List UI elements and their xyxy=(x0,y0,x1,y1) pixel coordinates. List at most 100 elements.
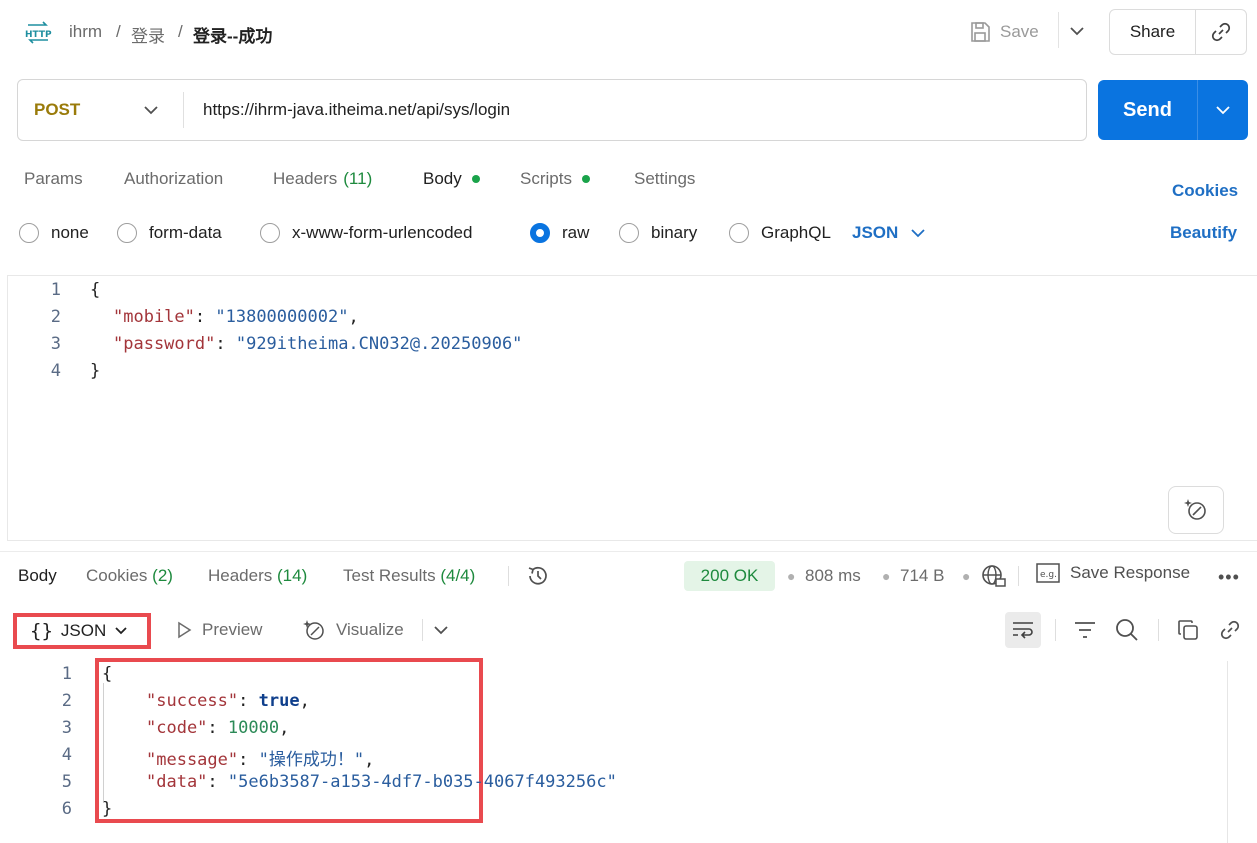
response-size[interactable]: 714 B xyxy=(900,566,944,586)
json-punct: : xyxy=(238,750,259,770)
tab-label: Cookies xyxy=(86,566,148,585)
json-key: "code" xyxy=(146,718,208,738)
chevron-down-icon[interactable] xyxy=(1068,24,1086,38)
radio-x-www-form-urlencoded[interactable]: x-www-form-urlencoded xyxy=(260,221,472,245)
radio-graphql[interactable]: GraphQL xyxy=(729,221,831,245)
breadcrumb-request-title[interactable]: 登录--成功 xyxy=(193,22,272,47)
separator-dot: ● xyxy=(787,568,796,584)
radio-label: form-data xyxy=(149,223,222,242)
divider xyxy=(0,551,1257,552)
radio-circle xyxy=(19,223,39,243)
format-label: JSON xyxy=(60,621,107,640)
resp-tab-cookies[interactable]: Cookies (2) xyxy=(86,566,173,586)
url-input[interactable]: https://ihrm-java.itheima.net/api/sys/lo… xyxy=(203,100,510,120)
preview-button[interactable]: Preview xyxy=(176,620,262,640)
json-string: "5e6b3587-a153-4df7-b035-4067f493256c" xyxy=(227,772,617,792)
radio-label: binary xyxy=(651,223,698,242)
history-icon[interactable] xyxy=(525,563,551,589)
radio-circle xyxy=(729,223,749,243)
line-number: 2 xyxy=(61,691,72,711)
example-icon: e.g. xyxy=(1036,563,1060,583)
status-dot xyxy=(471,175,480,183)
json-punct: , xyxy=(299,691,310,711)
breadcrumb-separator: / xyxy=(116,22,121,41)
json-punct: , xyxy=(279,718,290,738)
radio-label: x-www-form-urlencoded xyxy=(292,223,473,242)
search-icon[interactable] xyxy=(1114,617,1140,643)
radio-form-data[interactable]: form-data xyxy=(117,221,222,245)
send-button[interactable]: Send xyxy=(1098,80,1198,140)
resp-tab-headers[interactable]: Headers (14) xyxy=(208,566,307,586)
tab-headers[interactable]: Headers (11) xyxy=(273,169,372,189)
tab-label: Settings xyxy=(634,169,696,188)
save-button[interactable]: Save xyxy=(968,14,1039,50)
line-number: 4 xyxy=(50,361,61,381)
send-options-button[interactable] xyxy=(1198,80,1248,140)
breadcrumb-collection[interactable]: ihrm xyxy=(69,22,102,42)
tab-label: Params xyxy=(24,169,83,188)
save-label: Save xyxy=(1000,22,1039,41)
divider xyxy=(1018,566,1019,586)
copy-link-button[interactable] xyxy=(1196,10,1246,54)
resp-tab-body[interactable]: Body xyxy=(18,566,57,586)
method-select[interactable]: POST xyxy=(34,100,80,120)
language-select[interactable]: JSON xyxy=(852,223,926,243)
json-brace: { xyxy=(102,664,113,684)
copy-icon[interactable] xyxy=(1176,618,1200,642)
visualize-button[interactable]: Visualize xyxy=(302,618,404,642)
share-button[interactable]: Share xyxy=(1110,10,1196,54)
radio-none[interactable]: none xyxy=(19,221,89,245)
divider xyxy=(183,92,184,128)
separator-dot: ● xyxy=(962,568,971,584)
divider xyxy=(1055,619,1056,641)
breadcrumb-folder[interactable]: 登录 xyxy=(131,22,165,47)
wrap-lines-button[interactable] xyxy=(1005,612,1041,648)
beautify-button[interactable]: Beautify xyxy=(1170,223,1237,243)
scrollbar-track[interactable] xyxy=(1227,661,1228,843)
code-line: "message": "操作成功！", xyxy=(146,745,374,770)
divider xyxy=(508,566,509,586)
line-number: 3 xyxy=(61,718,72,738)
code-line: { xyxy=(102,664,112,684)
chevron-down-icon[interactable] xyxy=(433,624,449,636)
more-options-icon[interactable]: ••• xyxy=(1218,567,1240,588)
filter-icon[interactable] xyxy=(1073,618,1097,642)
json-punct: : xyxy=(194,307,216,327)
tab-label: Authorization xyxy=(124,169,224,188)
json-punct: : xyxy=(207,772,228,792)
json-brace: } xyxy=(90,361,101,381)
json-key: "message" xyxy=(146,750,239,770)
link-icon xyxy=(1211,22,1231,42)
tab-count: (2) xyxy=(152,566,173,585)
radio-circle xyxy=(619,223,639,243)
line-number: 1 xyxy=(61,664,72,684)
status-badge[interactable]: 200 OK xyxy=(684,561,775,591)
format-select[interactable]: {} JSON xyxy=(30,620,128,642)
cookies-link[interactable]: Cookies xyxy=(1172,181,1238,201)
radio-binary[interactable]: binary xyxy=(619,221,697,245)
radio-raw[interactable]: raw xyxy=(530,221,589,245)
globe-lock-icon[interactable] xyxy=(981,563,1007,589)
sparkle-chart-icon xyxy=(303,620,324,640)
line-number: 3 xyxy=(50,334,61,354)
tab-params[interactable]: Params xyxy=(24,169,83,189)
save-response-button[interactable]: e.g. Save Response xyxy=(1036,562,1190,584)
http-request-icon: HTTP xyxy=(25,21,52,44)
tab-scripts[interactable]: Scripts xyxy=(520,169,590,189)
wrap-icon xyxy=(1013,622,1033,639)
response-time[interactable]: 808 ms xyxy=(805,566,861,586)
tab-authorization[interactable]: Authorization xyxy=(124,169,223,189)
radio-circle-selected xyxy=(530,223,550,243)
tab-label: Scripts xyxy=(520,169,572,188)
tab-settings[interactable]: Settings xyxy=(634,169,695,189)
ai-assist-button[interactable] xyxy=(1168,486,1224,534)
tab-body[interactable]: Body xyxy=(423,169,480,189)
url-bar xyxy=(17,79,1087,141)
chevron-down-icon[interactable] xyxy=(143,103,159,117)
resp-tab-test-results[interactable]: Test Results (4/4) xyxy=(343,566,475,586)
separator-dot: ● xyxy=(882,568,891,584)
tab-label: Headers xyxy=(208,566,273,585)
link-icon[interactable] xyxy=(1218,618,1242,642)
save-response-label: Save Response xyxy=(1070,563,1191,582)
tab-label: Body xyxy=(423,169,462,188)
